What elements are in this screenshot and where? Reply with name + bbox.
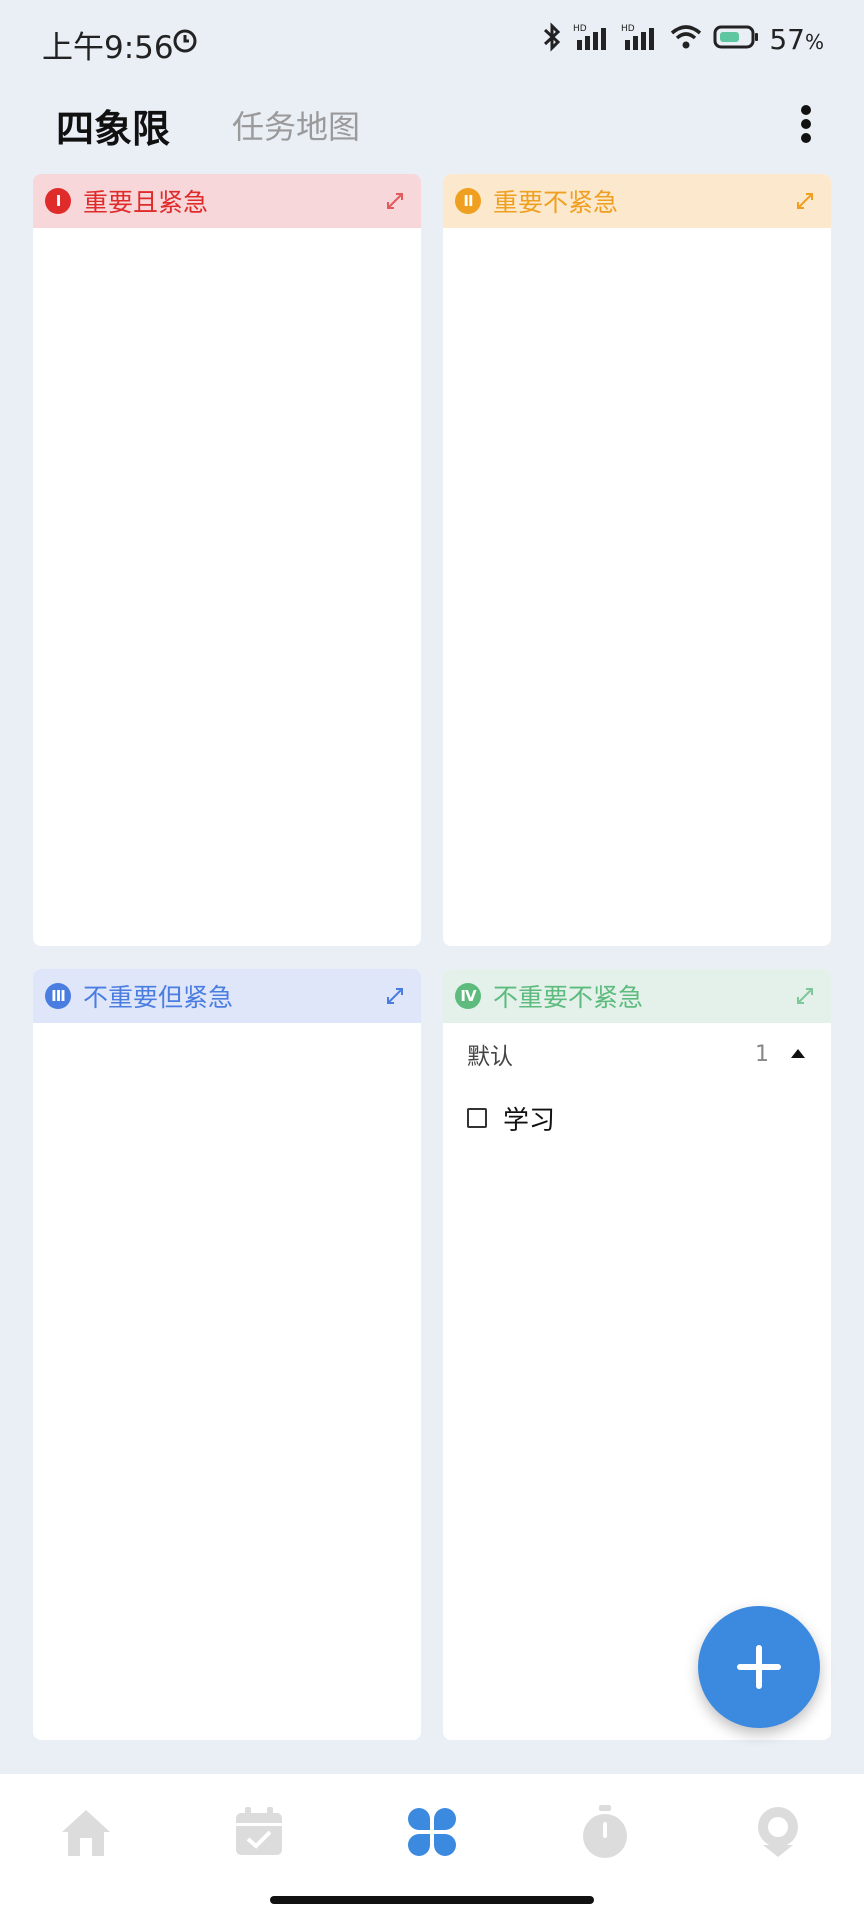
group-name: 默认 [467,1044,513,1070]
expand-icon[interactable] [385,191,405,211]
profile-icon [758,1807,798,1857]
quadrant-header: II 重要不紧急 [443,174,831,228]
wifi-icon [669,23,703,55]
task-checkbox[interactable] [467,1108,487,1128]
group-count: 1 [755,1041,769,1067]
more-vertical-icon [801,105,811,143]
collapse-caret-icon[interactable] [791,1049,805,1058]
quadrant-title: 不重要但紧急 [83,983,234,1012]
expand-icon[interactable] [795,191,815,211]
quadrant-title: 重要不紧急 [493,188,619,217]
home-icon [62,1810,110,1856]
status-bar: 上午9:56 HD HD 57% [0,0,864,84]
calendar-check-icon [236,1807,282,1855]
expand-icon[interactable] [385,986,405,1006]
tab-four-quadrants[interactable]: 四象限 [56,98,170,153]
nav-home[interactable] [56,1802,116,1862]
four-quadrant-icon [405,1805,459,1859]
signal-hd-icon: HD [573,22,611,56]
signal-hd-icon: HD [621,22,659,56]
home-indicator[interactable] [270,1896,594,1904]
timer-icon [583,1805,627,1858]
nav-profile[interactable] [748,1802,808,1862]
battery-percentage: 57% [769,22,824,56]
quadrant-number-badge: IV [455,983,481,1009]
status-time: 上午9:56 [42,30,174,66]
quadrant-number-badge: II [455,188,481,214]
bluetooth-icon [541,22,563,56]
quadrant-header: IV 不重要不紧急 [443,969,831,1023]
quadrant-title: 不重要不紧急 [493,983,644,1012]
quadrant-not-important-urgent[interactable]: III 不重要但紧急 [33,969,421,1740]
nav-calendar[interactable] [229,1802,289,1862]
quadrant-header: III 不重要但紧急 [33,969,421,1023]
nav-timer[interactable] [575,1802,635,1862]
tab-task-map[interactable]: 任务地图 [232,102,360,148]
nav-quadrants[interactable] [402,1802,462,1862]
task-item[interactable]: 学习 [443,1085,831,1151]
quadrant-title: 重要且紧急 [83,188,209,217]
quadrant-number-badge: III [45,983,71,1009]
quadrant-important-not-urgent[interactable]: II 重要不紧急 [443,174,831,946]
alarm-icon [172,28,198,58]
quadrant-important-urgent[interactable]: I 重要且紧急 [33,174,421,946]
expand-icon[interactable] [795,986,815,1006]
svg-text:HD: HD [573,24,587,34]
battery-icon [713,24,759,54]
task-title: 学习 [503,1105,556,1136]
status-icons: HD HD 57% [541,22,824,56]
quadrant-header: I 重要且紧急 [33,174,421,228]
top-bar: 四象限 任务地图 [0,84,864,180]
quadrant-number-badge: I [45,188,71,214]
add-task-button[interactable] [698,1606,820,1728]
svg-text:HD: HD [621,24,635,34]
task-group-header[interactable]: 默认 1 [443,1023,831,1085]
more-options-button[interactable] [774,94,838,154]
plus-icon [737,1645,781,1689]
